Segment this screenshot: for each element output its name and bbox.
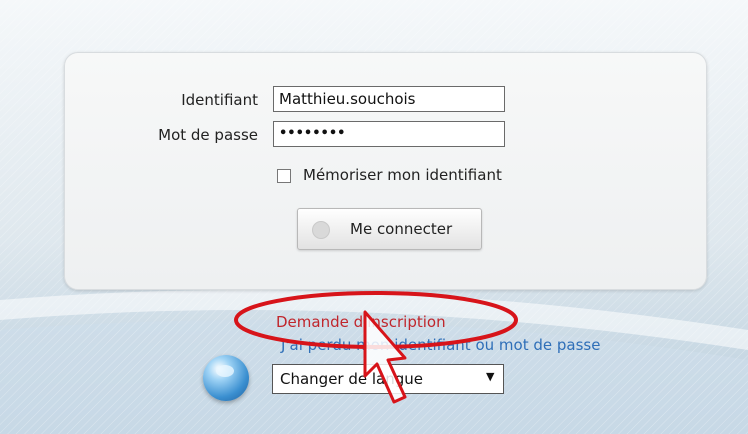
- arrow-cursor-icon: [363, 310, 407, 404]
- annotation-overlay: [234, 291, 518, 404]
